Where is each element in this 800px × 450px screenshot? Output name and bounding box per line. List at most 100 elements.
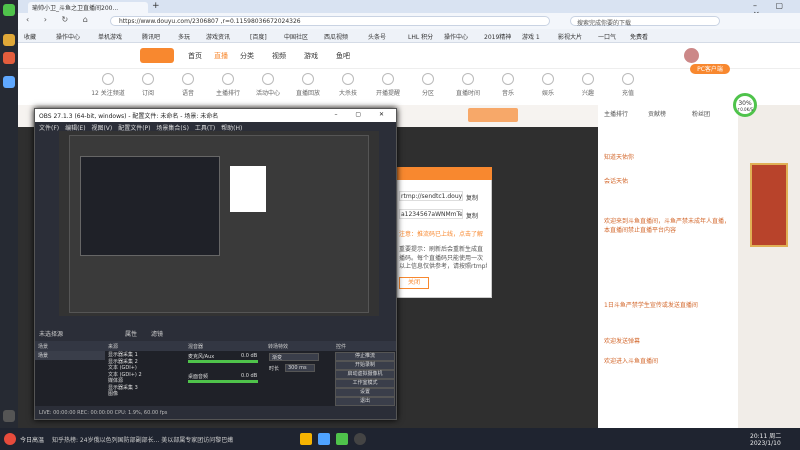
bookmark-item[interactable]: 中国社区 [284,32,308,41]
bookmark-item[interactable]: LHL 积分 [408,32,433,41]
chat-message: 欢迎来到斗鱼直播间，斗鱼严禁未成年人直播，本直播间禁止直播平台内容 [604,218,731,234]
chat-message: 1日斗鱼严禁学生宣传或发送直播间 [604,302,698,309]
settings-icon[interactable] [3,410,15,422]
cat-item[interactable]: 活动中心 [248,73,288,97]
rank-tab[interactable]: 主播排行 [604,109,628,118]
bookmark-item[interactable]: 一口气 [598,32,616,41]
close-button[interactable]: 关闭 [399,277,429,289]
transition-select[interactable]: 渐变 [269,353,319,361]
douyu-logo[interactable] [140,48,174,63]
weather-icon[interactable] [4,433,16,445]
cat-item[interactable]: 大杀技 [328,73,368,97]
bookmark-item[interactable]: 多玩 [178,32,190,41]
scene-item[interactable]: 场景 [35,351,105,360]
category-icon [222,73,234,85]
browser-tab[interactable]: 瑜帅小卫_斗鱼之卫直播间200... [28,2,148,13]
chat-panel: 主播排行 贡献榜 粉丝团 知道天佑你 会话天佑 欢迎来到斗鱼直播间，斗鱼严禁未成… [598,105,738,428]
menu-file[interactable]: 文件(F) [39,123,59,132]
nav-game[interactable]: 游戏 [304,51,318,61]
event-banner[interactable] [750,163,788,247]
nav-home[interactable]: 首页 [188,51,202,61]
mixer-track-db: 0.0 dB [241,353,258,359]
bookmark-item[interactable]: 操作中心 [56,32,80,41]
bookmark-item[interactable]: 游戏资讯 [206,32,230,41]
window-controls-icon[interactable]: – ▢ ✕ [334,111,392,118]
tab-title: 瑜帅小卫_斗鱼之卫直播间200... [32,5,119,12]
cat-item[interactable]: 语音 [168,73,208,97]
bookmark-item[interactable]: 影视大片 [558,32,582,41]
rank-tab[interactable]: 粉丝团 [692,109,710,118]
cat-item[interactable]: 音乐 [488,73,528,97]
cat-item[interactable]: 主播排行 [208,73,248,97]
cat-label: 活动中心 [255,90,280,97]
nav-category[interactable]: 分类 [240,51,254,61]
bookmark-item[interactable]: 西瓜视频 [324,32,348,41]
cat-item[interactable]: 分区 [408,73,448,97]
taskbar: 今日高温 知乎热榜: 24岁俄以色列国防部副部长... 美以部属专家团访问黎巴嫩… [0,428,800,450]
cat-item[interactable]: 12 关注频道 [88,73,128,97]
settings-button[interactable]: 设置 [335,388,395,397]
bookmark-item[interactable]: 单机游戏 [98,32,122,41]
network-speed-badge[interactable]: 30% ↑0.0K/S [733,93,757,117]
stop-streaming-button[interactable]: 停止推流 [335,352,395,361]
avatar[interactable] [684,48,699,63]
virtual-camera-button[interactable]: 启动虚拟摄像机 [335,370,395,379]
start-recording-button[interactable]: 开始录制 [335,361,395,370]
new-tab-icon[interactable]: + [152,1,160,11]
cat-item[interactable]: 订阅 [128,73,168,97]
cat-item[interactable]: 娱乐 [528,73,568,97]
bookmark-item[interactable]: 免费看 [630,32,648,41]
exit-button[interactable]: 退出 [335,397,395,406]
filters-button[interactable]: 滤镜 [151,329,163,338]
news-ticker[interactable]: 知乎热榜: 24岁俄以色列国防部副部长... 美以部属专家团访问黎巴嫩 [52,435,233,444]
app-icon[interactable] [3,52,15,64]
search-input[interactable]: 搜索完成你要的下载 [570,16,720,27]
studio-mode-button[interactable]: 工作室模式 [335,379,395,388]
cat-label: 大杀技 [338,90,357,97]
recursive-preview-frame [69,135,369,313]
bookmark-item[interactable]: 2019精神 [484,32,511,41]
taskbar-app-icon[interactable] [300,433,312,445]
duration-input[interactable]: 300 ms [285,364,315,372]
taskbar-app-icon[interactable] [336,433,348,445]
url-input[interactable]: https://www.douyu.com/2306807 ,r=0.11598… [110,16,550,26]
copy-key-button[interactable]: 复制 [466,211,478,220]
cat-item[interactable]: 兴趣 [568,73,608,97]
cat-item[interactable]: 直播回放 [288,73,328,97]
cat-item[interactable]: 充值 [608,73,648,97]
taskbar-app-icon[interactable] [354,433,366,445]
nav-video[interactable]: 视频 [272,51,286,61]
bookmark-item[interactable]: 腾讯吧 [142,32,160,41]
bookmark-item[interactable]: [百度] [250,32,267,41]
obs-preview[interactable] [59,131,379,316]
bookmarks-bar: 收藏 操作中心 单机游戏 腾讯吧 多玩 游戏资讯 [百度] 中国社区 西瓜视频 … [18,29,800,43]
nav-yuba[interactable]: 鱼吧 [336,51,350,61]
bookmark-item[interactable]: 操作中心 [444,32,468,41]
category-icon [382,73,394,85]
obs-title: OBS 27.1.3 (64-bit, windows) - 配置文件: 未命名… [39,113,219,120]
rank-tab[interactable]: 贡献榜 [648,109,666,118]
source-item[interactable]: 图像 [108,391,182,398]
bookmark-item[interactable]: 收藏 [24,32,36,41]
pc-client-button[interactable]: PC客户端 [690,64,730,74]
app-icon[interactable] [3,34,15,46]
bookmark-item[interactable]: 游戏 1 [522,32,540,41]
browser-logo-icon[interactable] [3,4,15,16]
category-icon [622,73,634,85]
mixer-track-name: 麦克风/Aux [188,354,215,360]
cat-item[interactable]: 开播提醒 [368,73,408,97]
speed-rate: ↑0.0K/S [736,107,754,112]
rtmp-server-field[interactable]: rtmp://sendtc1.douyu.com/live [399,191,463,201]
nav-live[interactable]: 直播 [214,51,228,61]
stream-key-field[interactable]: a1234567aWNMmTeoSecretlv********* [399,209,463,219]
properties-button[interactable]: 属性 [125,329,137,338]
app-icon[interactable] [3,76,15,88]
taskbar-app-icon[interactable] [318,433,330,445]
cat-label: 充值 [621,90,634,97]
bookmark-item[interactable]: 头条号 [368,32,386,41]
nav-arrows-icon[interactable]: ‹ › ↻ ⌂ [26,15,94,24]
copy-server-button[interactable]: 复制 [466,193,478,202]
chat-message: 知道天佑你 [604,154,635,161]
clock-time: 20:11 周二 [750,433,782,440]
cat-item[interactable]: 直播时间 [448,73,488,97]
